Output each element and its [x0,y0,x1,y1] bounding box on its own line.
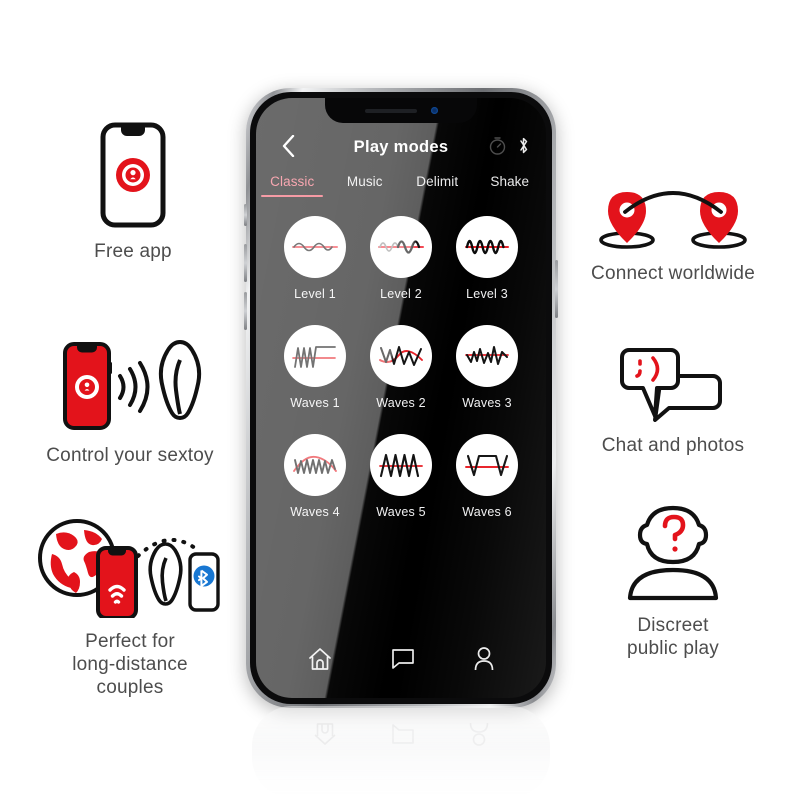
chat-icon[interactable] [390,647,416,676]
mode-label: Waves 2 [376,396,426,410]
mode-item[interactable]: Waves 4 [272,434,358,519]
feature-chat-photos: Chat and photos [568,312,778,457]
home-icon-reflection [314,723,336,745]
wave-burst-then-flat-icon [292,346,336,368]
mode-item[interactable]: Level 3 [444,216,530,301]
phone-signal-toy-icon [63,340,202,430]
mode-item[interactable]: Level 1 [272,216,358,301]
reflection-body [252,706,550,798]
mode-label: Level 3 [466,287,508,301]
feature-free-app: Free app [28,118,238,263]
feature-caption: Control your sextoy [46,445,214,466]
feature-caption: Perfect for long-distance couples [72,631,188,699]
profile-icon[interactable] [473,646,495,677]
app-ui: Play modes Classic Music Delimit Shake L… [256,98,546,698]
bottom-nav [256,634,546,688]
phone-screen: Play modes Classic Music Delimit Shake L… [256,98,546,698]
mode-label: Waves 6 [462,505,512,519]
discreet-play-art [568,492,778,602]
tab-classic[interactable]: Classic [256,174,329,197]
notch [325,98,477,123]
volume-up-button[interactable] [244,244,247,282]
mode-label: Level 1 [294,287,336,301]
feature-caption: Discreet public play [627,615,719,660]
mode-icon-disc [284,325,346,387]
tab-music[interactable]: Music [329,174,402,197]
mode-item[interactable]: Level 2 [358,216,444,301]
mode-label: Waves 4 [290,505,340,519]
play-mode-tabs: Classic Music Delimit Shake [256,174,546,197]
bluetooth-icon[interactable] [517,136,530,160]
tab-shake[interactable]: Shake [474,174,547,197]
chat-photos-art [568,312,778,422]
earpiece-speaker-icon [364,108,417,113]
timer-icon[interactable] [489,136,506,160]
chat-icon-reflection [392,724,414,744]
feature-connect-worldwide: Connect worldwide [568,140,778,285]
wave-high-frequency-sine-icon [465,239,509,255]
mode-label: Waves 3 [462,396,512,410]
wave-sawtooth-icon [379,453,423,478]
feature-discreet-play: Discreet public play [568,492,778,660]
mode-icon-disc [456,216,518,278]
mode-item[interactable]: Waves 6 [444,434,530,519]
wave-medium-sine-icon [378,240,424,254]
mode-item[interactable]: Waves 3 [444,325,530,410]
mode-icon-disc [370,434,432,496]
long-distance-art [25,508,235,618]
mode-icon-disc [370,325,432,387]
phone-mockup: Play modes Classic Music Delimit Shake L… [244,88,558,708]
wave-sparse-zigzag-icon [379,346,423,366]
phone-frame: Play modes Classic Music Delimit Shake L… [244,88,558,708]
mode-label: Waves 1 [290,396,340,410]
mode-label: Level 2 [380,287,422,301]
mode-icon-disc [370,216,432,278]
front-camera-icon [430,107,438,114]
mode-item[interactable]: Waves 1 [272,325,358,410]
app-topbar: Play modes [256,130,546,164]
mode-icon-disc [456,325,518,387]
promo-infographic: Free app Control your sextoy Perfect for… [0,0,800,800]
mode-label: Waves 5 [376,505,426,519]
back-button[interactable] [278,134,298,158]
play-modes-grid: Level 1 Level 2 Level 3 Waves 1 Waves 2 … [272,216,530,519]
volume-down-button[interactable] [244,292,247,330]
phone-bezel: Play modes Classic Music Delimit Shake L… [250,92,552,704]
mode-item[interactable]: Waves 5 [358,434,444,519]
tab-delimit[interactable]: Delimit [401,174,474,197]
topbar-actions [489,136,530,160]
mode-item[interactable]: Waves 2 [358,325,444,410]
phone-with-lock-badge-icon [100,122,166,228]
mode-icon-disc [456,434,518,496]
mode-icon-disc [284,434,346,496]
wave-dense-zigzag-icon [293,455,337,474]
feature-caption: Free app [94,241,172,262]
mode-icon-disc [284,216,346,278]
feature-control-sextoy: Control your sextoy [25,322,235,467]
wave-irregular-zigzag-icon [465,346,509,365]
globe-phone-toy-bluetooth-icon [38,519,220,618]
speech-bubbles-wink-icon [620,348,722,422]
mute-switch[interactable] [244,204,247,226]
phone-reflection [252,706,550,798]
two-map-pins-arc-icon [599,191,747,249]
connect-worldwide-art [568,140,778,250]
home-icon[interactable] [307,646,333,677]
free-app-art [28,118,238,228]
feature-long-distance: Perfect for long-distance couples [25,508,235,700]
wave-square-pulse-icon [465,454,509,477]
profile-icon-reflection [469,722,489,746]
chevron-left-icon [282,135,294,157]
wave-low-amplitude-sine-icon [292,242,338,252]
feature-caption: Chat and photos [601,435,745,456]
feature-caption: Connect worldwide [591,263,755,284]
anonymous-person-question-icon [627,505,719,601]
reflection-nav-icons [252,712,550,756]
control-sextoy-art [25,322,235,432]
power-button[interactable] [555,260,558,318]
